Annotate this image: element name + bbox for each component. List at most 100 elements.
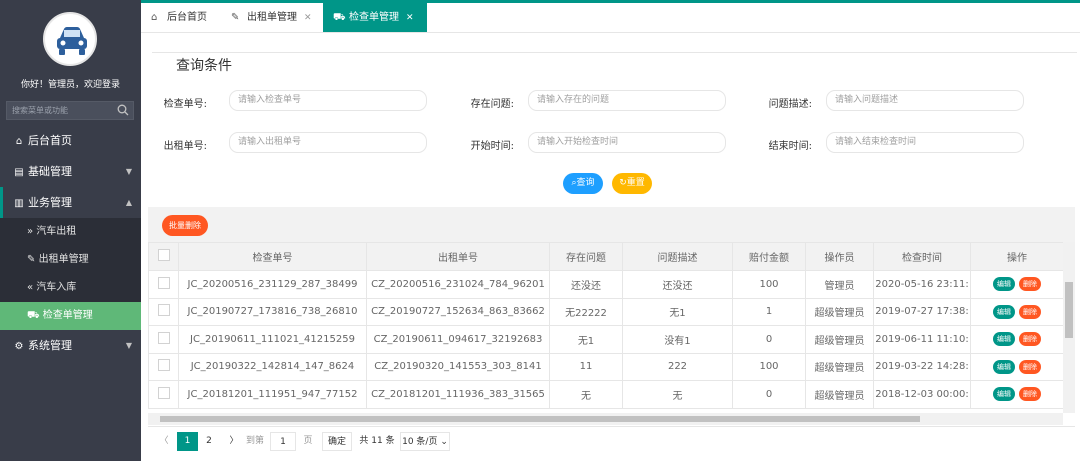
total-count: 共 11 条 bbox=[359, 436, 395, 446]
search-button[interactable]: ⌕查询 bbox=[563, 173, 603, 194]
row-select-cell bbox=[148, 352, 179, 381]
table-cell: 还没还 bbox=[622, 270, 733, 299]
inspection-no-input[interactable]: 请输入检查单号 bbox=[229, 90, 427, 111]
edit-button[interactable]: 编辑 bbox=[993, 387, 1015, 402]
select-all-checkbox[interactable] bbox=[157, 249, 170, 261]
sidebar-item-label: 后台首页 bbox=[28, 134, 72, 147]
field-label: 检查单号: bbox=[163, 99, 207, 110]
sidebar-item-car-rent[interactable]: » 汽车出租 bbox=[0, 218, 141, 246]
goto-confirm-button[interactable]: 确定 bbox=[322, 432, 352, 451]
page-number[interactable]: 2 bbox=[200, 432, 218, 451]
sidebar-search-input[interactable]: 搜索菜单或功能 bbox=[6, 101, 134, 120]
problem-desc-input[interactable]: 请输入问题描述 bbox=[826, 90, 1024, 111]
delete-button[interactable]: 删除 bbox=[1019, 304, 1041, 319]
table-cell: 2018-12-03 00:00: bbox=[873, 380, 971, 409]
edit-button[interactable]: 编辑 bbox=[993, 277, 1015, 292]
tab-inspections[interactable]: ⛟ 检查单管理 ✕ bbox=[323, 3, 427, 32]
vertical-scrollbar[interactable] bbox=[1063, 242, 1075, 413]
row-checkbox[interactable] bbox=[157, 331, 170, 344]
column-header[interactable]: 出租单号 bbox=[366, 242, 550, 271]
table-row: JC_20190322_142814_147_8624 CZ_20190320_… bbox=[148, 352, 1064, 381]
table-cell: 超级管理员 bbox=[805, 325, 874, 354]
close-icon[interactable]: ✕ bbox=[406, 13, 414, 23]
row-checkbox[interactable] bbox=[157, 276, 170, 289]
row-select-cell bbox=[148, 270, 179, 299]
sidebar-item-system[interactable]: ⚙ 系统管理 ▼ bbox=[0, 330, 141, 361]
gear-icon: ⚙ bbox=[14, 341, 24, 352]
row-checkbox[interactable] bbox=[157, 359, 170, 372]
edit-button[interactable]: 编辑 bbox=[993, 304, 1015, 319]
delete-button[interactable]: 删除 bbox=[1019, 359, 1041, 374]
delete-button[interactable]: 删除 bbox=[1019, 277, 1041, 292]
sidebar-item-car-return[interactable]: « 汽车入库 bbox=[0, 274, 141, 302]
start-time-input[interactable]: 请输入开始检查时间 bbox=[528, 132, 726, 153]
row-checkbox[interactable] bbox=[157, 386, 170, 399]
table-cell: CZ_20190727_152634_863_83662 bbox=[366, 297, 550, 326]
page-number-active[interactable]: 1 bbox=[177, 432, 198, 451]
sidebar-item-rent-orders[interactable]: ✎ 出租单管理 bbox=[0, 246, 141, 274]
avatar bbox=[43, 12, 97, 66]
batch-delete-button[interactable]: 批量删除 bbox=[162, 215, 208, 236]
table-cell: 还没还 bbox=[549, 270, 623, 299]
sidebar-item-label: 汽车出租 bbox=[36, 226, 77, 237]
column-header[interactable]: 存在问题 bbox=[549, 242, 623, 271]
edit-button[interactable]: 编辑 bbox=[993, 359, 1015, 374]
select-all-cell bbox=[148, 242, 179, 271]
tab-home[interactable]: ⌂ 后台首页 bbox=[141, 3, 221, 32]
table-cell: 2019-06-11 11:10: bbox=[873, 325, 971, 354]
tab-rent-orders[interactable]: ✎ 出租单管理 ✕ bbox=[221, 3, 323, 32]
problem-input[interactable]: 请输入存在的问题 bbox=[528, 90, 726, 111]
table-cell: CZ_20190611_094617_32192683 bbox=[366, 325, 550, 354]
table-cell: 超级管理员 bbox=[805, 352, 874, 381]
sidebar-item-inspections[interactable]: ⛟ 检查单管理 bbox=[0, 302, 141, 330]
table-cell: 2019-03-22 14:28: bbox=[873, 352, 971, 381]
horizontal-scrollbar[interactable] bbox=[148, 413, 1063, 425]
sidebar-search-placeholder: 搜索菜单或功能 bbox=[12, 106, 68, 115]
column-header[interactable]: 检查单号 bbox=[178, 242, 367, 271]
delete-button[interactable]: 删除 bbox=[1019, 332, 1041, 347]
prev-page-icon[interactable]: 〈 bbox=[156, 432, 172, 451]
reset-button[interactable]: ↻重置 bbox=[612, 173, 652, 194]
column-header[interactable]: 检查时间 bbox=[873, 242, 971, 271]
column-header[interactable]: 问题描述 bbox=[622, 242, 733, 271]
column-header[interactable]: 操作员 bbox=[805, 242, 874, 271]
car-icon: ⛟ bbox=[333, 12, 346, 23]
home-icon: ⌂ bbox=[15, 136, 23, 147]
form-icon: ▤ bbox=[14, 167, 24, 178]
sidebar-item-label: 业务管理 bbox=[28, 196, 72, 209]
table-row: JC_20200516_231129_287_38499 CZ_20200516… bbox=[148, 270, 1064, 299]
edit-button[interactable]: 编辑 bbox=[993, 332, 1015, 347]
next-page-icon[interactable]: 〉 bbox=[226, 432, 242, 451]
edit-doc-icon: ✎ bbox=[27, 254, 36, 265]
sidebar-item-business[interactable]: ▥ 业务管理 ▲ bbox=[0, 187, 141, 218]
table-cell: CZ_20181201_111936_383_31565 bbox=[366, 380, 550, 409]
field-label: 出租单号: bbox=[163, 141, 207, 152]
end-time-input[interactable]: 请输入结束检查时间 bbox=[826, 132, 1024, 153]
table-cell: 2020-05-16 23:11: bbox=[873, 270, 971, 299]
row-select-cell bbox=[148, 380, 179, 409]
scroll-thumb[interactable] bbox=[160, 416, 920, 422]
start-time-placeholder: 请输入开始检查时间 bbox=[537, 137, 619, 147]
sidebar-item-basic[interactable]: ▤ 基础管理 ▼ bbox=[0, 156, 141, 187]
search-icon[interactable] bbox=[117, 104, 129, 116]
tab-label: 后台首页 bbox=[167, 12, 207, 23]
table-cell: JC_20190727_173816_738_26810 bbox=[178, 297, 367, 326]
row-checkbox[interactable] bbox=[157, 304, 170, 317]
end-time-placeholder: 请输入结束检查时间 bbox=[835, 137, 917, 147]
scroll-thumb[interactable] bbox=[1065, 282, 1073, 338]
page-size-select[interactable]: 10 条/页 ⌄ bbox=[400, 432, 450, 451]
row-actions: 编辑 删除 bbox=[970, 352, 1064, 381]
goto-page-input[interactable]: 1 bbox=[270, 432, 296, 451]
field-label: 存在问题: bbox=[470, 99, 514, 110]
table-cell: 无 bbox=[549, 380, 623, 409]
search-button-label: 查询 bbox=[576, 178, 595, 188]
app-root: 你好！管理员，欢迎登录 搜索菜单或功能 ⌂ 后台首页 ▤ 基础管理 ▼ ▥ 业务管理 … bbox=[0, 0, 1080, 461]
rent-no-input[interactable]: 请输入出租单号 bbox=[229, 132, 427, 153]
row-select-cell bbox=[148, 297, 179, 326]
close-icon[interactable]: ✕ bbox=[304, 13, 312, 23]
delete-button[interactable]: 删除 bbox=[1019, 387, 1041, 402]
row-actions: 编辑 删除 bbox=[970, 270, 1064, 299]
sidebar-item-home[interactable]: ⌂ 后台首页 bbox=[0, 125, 141, 156]
table-cell: 0 bbox=[732, 325, 806, 354]
column-header[interactable]: 赔付金额 bbox=[732, 242, 806, 271]
